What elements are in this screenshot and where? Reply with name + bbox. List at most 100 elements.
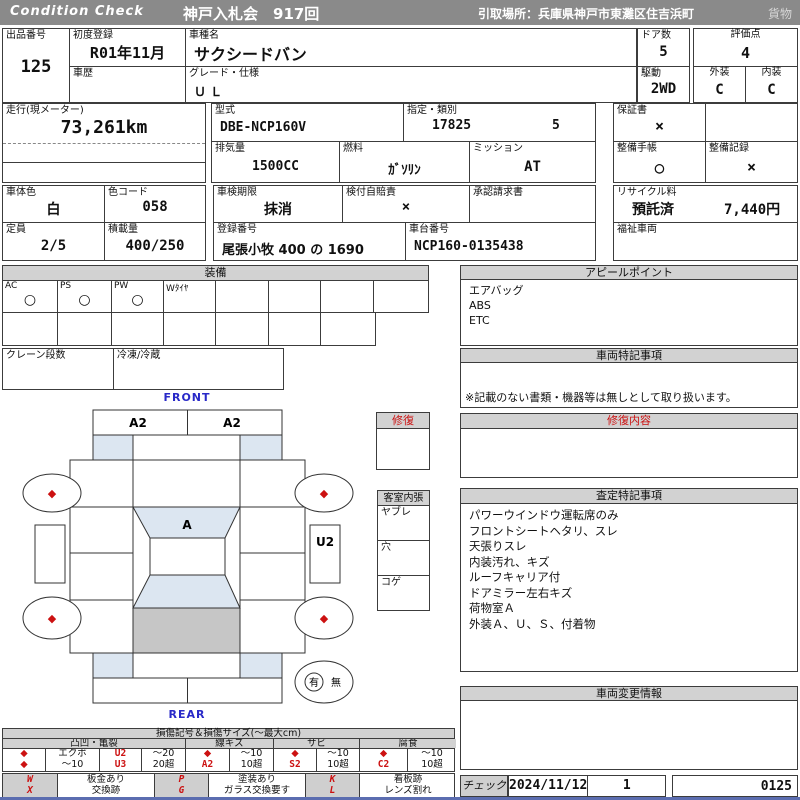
rear-label: REAR bbox=[169, 708, 206, 721]
field-label: 駆動 bbox=[641, 68, 661, 79]
repair-code-label: ガラス交換要す bbox=[208, 785, 305, 797]
cabin-lining-box: 客室内張 ヤブレ 穴 コゲ bbox=[377, 490, 430, 611]
check-label-cell: チェック bbox=[460, 775, 508, 797]
equipment-cell-empty bbox=[3, 313, 57, 345]
field-insurance: 検付自賠責 × bbox=[342, 185, 470, 223]
appeal-line: ETC bbox=[469, 314, 490, 327]
model-name-value: サクシードバン bbox=[194, 45, 307, 64]
equipment-cell-empty bbox=[320, 281, 373, 312]
field-label: 検付自賠責 bbox=[346, 187, 396, 198]
field-label: 出品番号 bbox=[6, 30, 46, 41]
damage-mark: ◆ bbox=[20, 749, 28, 759]
brand-logo: Condition Check bbox=[10, 4, 144, 19]
left-rocker-panel bbox=[34, 524, 66, 584]
repair-mark-box: 修復 bbox=[376, 412, 430, 470]
cabin-lining-row-tear: ヤブレ bbox=[377, 505, 430, 541]
equipment-cell-empty bbox=[57, 313, 111, 345]
repair-code-label: 交換跡 bbox=[57, 785, 154, 797]
crane-steps-cell: クレーン段数 bbox=[3, 349, 113, 389]
field-model-name: 車種名 サクシードバン bbox=[185, 28, 637, 67]
check-number: 0125 bbox=[760, 779, 792, 794]
rear-right-corner bbox=[239, 652, 283, 679]
field-label: 内装 bbox=[761, 67, 782, 78]
legend-size: 20超 bbox=[141, 759, 185, 771]
equipment-label: PW bbox=[114, 281, 129, 291]
wheel-damage-mark: ◆ bbox=[320, 487, 329, 500]
rear-cowl bbox=[132, 652, 241, 679]
field-label: 定員 bbox=[6, 224, 26, 235]
field-approval-request: 承認請求書 bbox=[469, 185, 596, 223]
field-recycle-fee: リサイクル料 預託済 7,440円 bbox=[613, 185, 798, 223]
maintenance-record-value: × bbox=[746, 158, 757, 176]
repair-code: K bbox=[305, 774, 359, 785]
repair-code-label: 塗装あり bbox=[208, 774, 305, 785]
field-inspection-expiry: 車検期限 抹消 bbox=[213, 185, 343, 223]
assessment-line: ドアミラー左右キズ bbox=[469, 585, 573, 600]
field-label: リサイクル料 bbox=[617, 187, 677, 198]
presence-no-label: 無 bbox=[331, 676, 341, 689]
front-label: FRONT bbox=[163, 391, 210, 404]
field-label: 排気量 bbox=[215, 143, 245, 154]
field-lot-number: 出品番号 125 bbox=[2, 28, 70, 103]
vehicle-notes-body: ※記載のない書類・機器等は無しとして取り扱います。 bbox=[460, 362, 798, 408]
condition-check-sheet: Condition Check 神戸入札会 917回 引取場所：兵庫県神戸市東灘… bbox=[0, 0, 800, 800]
appeal-line: ABS bbox=[469, 299, 491, 312]
crane-freezer-box: クレーン段数 冷凍/冷蔵 bbox=[2, 348, 284, 390]
assessment-line: 外装Ａ、Ｕ、Ｓ、付着物 bbox=[469, 616, 596, 631]
front-right-corner bbox=[239, 434, 283, 461]
field-label: 福祉車両 bbox=[617, 224, 657, 235]
repair-mark-header: 修復 bbox=[376, 412, 430, 429]
load-capacity-value: 400/250 bbox=[125, 238, 185, 254]
legend-size: ～20 bbox=[141, 749, 185, 759]
field-label: 車検期限 bbox=[217, 187, 257, 198]
field-label: 燃料 bbox=[343, 143, 363, 154]
hood-left-damage-code: A2 bbox=[129, 416, 147, 430]
right-rocker-panel bbox=[309, 524, 341, 584]
field-label: クレーン段数 bbox=[6, 350, 66, 361]
equipment-mark: ○ bbox=[131, 292, 144, 308]
field-fuel: 燃料 ｶﾞｿﾘﾝ bbox=[339, 141, 470, 183]
cargo-area bbox=[132, 607, 241, 654]
displacement-value: 1500CC bbox=[252, 159, 299, 174]
repair-code: P bbox=[154, 774, 208, 785]
field-label: ミッション bbox=[473, 143, 523, 154]
model-code-value: DBE-NCP160V bbox=[220, 120, 307, 135]
exterior-grade-value: C bbox=[715, 82, 724, 98]
equipment-cell-empty bbox=[215, 313, 268, 345]
field-label: 冷凍/冷蔵 bbox=[117, 350, 161, 361]
assessment-line: 荷物室Ａ bbox=[469, 601, 515, 615]
field-label: 車歴 bbox=[73, 68, 93, 79]
legend-category: 線キズ bbox=[185, 739, 273, 748]
presence-yes-label: 有 bbox=[309, 676, 319, 689]
legend-size: ～10 bbox=[45, 759, 99, 771]
damage-mark: ◆ bbox=[185, 749, 229, 759]
hood-right-damage-code: A2 bbox=[223, 416, 241, 430]
damage-code: A2 bbox=[185, 759, 229, 771]
divider bbox=[3, 143, 205, 144]
field-load-capacity: 積載量 400/250 bbox=[104, 222, 206, 261]
legend-size: ～10 bbox=[407, 749, 456, 759]
front-cowl bbox=[132, 434, 241, 461]
check-number-box: 0125 bbox=[672, 775, 798, 797]
repair-code: X bbox=[3, 785, 57, 797]
assessment-line: ルーフキャリア付 bbox=[469, 570, 561, 584]
front-left-corner bbox=[92, 434, 134, 461]
vehicle-category-badge: 貨物 bbox=[767, 7, 792, 21]
repair-mark-body bbox=[376, 428, 430, 470]
damage-code: S2 bbox=[273, 759, 316, 771]
registration-number-value: 尾張小牧 400 の 1690 bbox=[222, 243, 364, 258]
equipment-cell-pw: PW ○ bbox=[111, 281, 163, 312]
assessment-line: 内装汚れ、キズ bbox=[469, 554, 550, 569]
disclaimer-note: ※記載のない書類・機器等は無しとして取り扱います。 bbox=[465, 391, 737, 404]
legend-size: ～10 bbox=[316, 749, 359, 759]
appeal-line: エアバッグ bbox=[469, 284, 524, 297]
roof-damage-code: A bbox=[182, 518, 192, 532]
fuel-value: ｶﾞｿﾘﾝ bbox=[388, 163, 421, 178]
assessment-notes-header: 査定特記事項 bbox=[460, 488, 798, 504]
equipment-label: PS bbox=[60, 281, 72, 291]
field-mileage: 走行(現メーター) 73,261km bbox=[2, 103, 206, 183]
repair-code: G bbox=[154, 785, 208, 797]
field-color-code: 色コード 058 bbox=[104, 185, 206, 223]
repair-code: W bbox=[3, 774, 57, 785]
field-designation-class: 指定・類別 17825 5 bbox=[403, 103, 596, 142]
